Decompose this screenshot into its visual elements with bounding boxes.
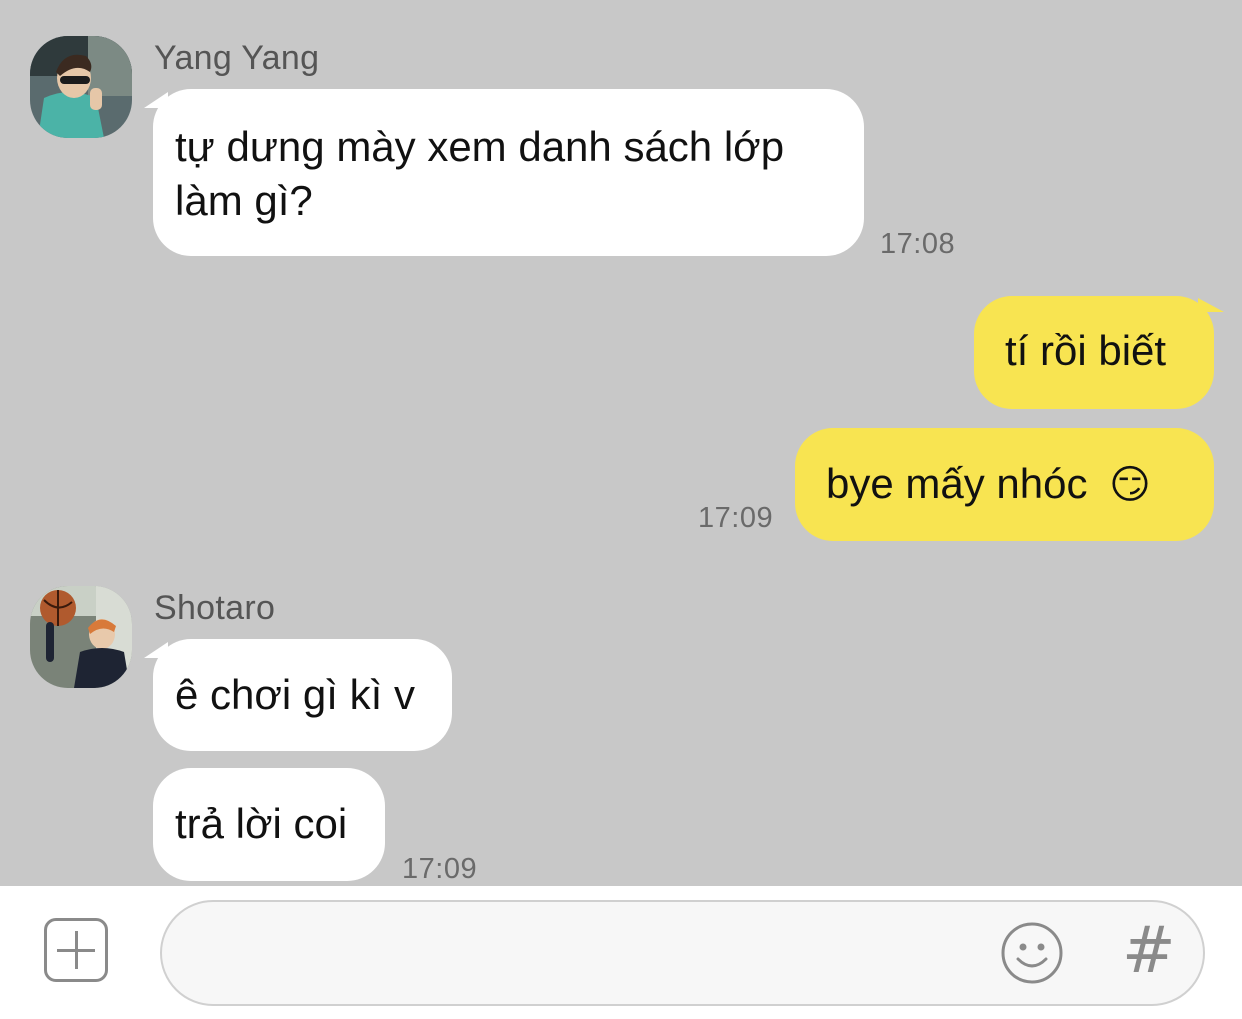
message-text: trả lời coi	[175, 800, 348, 847]
hashtag-button[interactable]: #	[1122, 916, 1176, 986]
message-timestamp: 17:09	[402, 853, 478, 885]
message-timestamp: 17:08	[880, 228, 956, 260]
message-text: ê chơi gì kì v	[175, 671, 415, 718]
message-timestamp: 17:09	[698, 502, 774, 534]
avatar[interactable]	[30, 36, 132, 138]
message-bubble[interactable]: bye mấy nhóc 😏	[795, 428, 1214, 541]
avatar[interactable]	[30, 586, 132, 688]
sender-name: Shotaro	[154, 589, 276, 627]
message-bubble[interactable]: ê chơi gì kì v	[153, 639, 452, 751]
smirk-emoji: 😏	[1109, 462, 1151, 508]
smiley-icon[interactable]	[1000, 921, 1064, 985]
plus-square-icon[interactable]	[44, 918, 108, 982]
message-bubble[interactable]: tự dưng mày xem danh sách lớp làm gì?	[153, 89, 864, 256]
message-text-line: làm gì?	[175, 177, 313, 224]
sender-name: Yang Yang	[154, 39, 320, 77]
message-bubble[interactable]: trả lời coi	[153, 768, 385, 881]
message-text-line: tự dưng mày xem danh sách lớp	[175, 123, 785, 170]
message-bubble[interactable]: tí rồi biết	[974, 296, 1214, 409]
message-text: bye mấy nhóc	[826, 460, 1088, 507]
chat-area: Yang Yang tự dưng mày xem danh sách lớp …	[0, 0, 1242, 886]
message-text: tí rồi biết	[1005, 327, 1167, 374]
